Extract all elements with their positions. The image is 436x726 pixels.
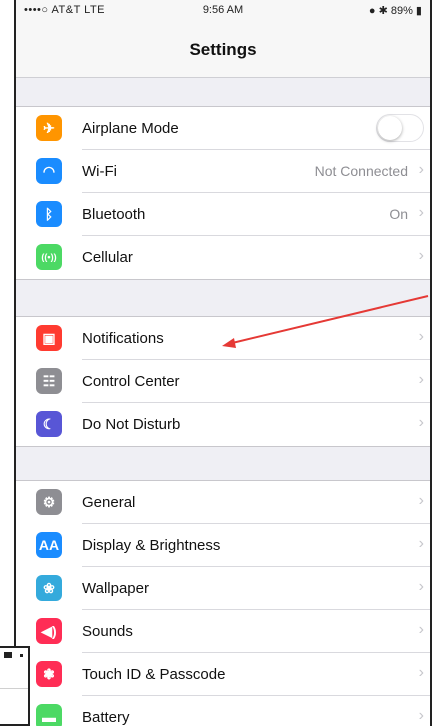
overlay-fragment (0, 646, 30, 726)
overlay-mark (20, 654, 23, 657)
overlay-mark (4, 652, 12, 658)
settings-screen: ••••○ AT&T LTE 9:56 AM ● ✱ 89% ▮ Setting… (14, 0, 432, 726)
annotation-arrow (222, 295, 429, 348)
divider (0, 688, 28, 689)
